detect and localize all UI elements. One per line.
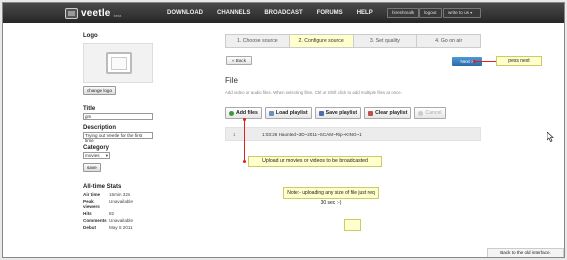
step-choose-source[interactable]: 1. Choose source (226, 35, 290, 47)
load-playlist-button[interactable]: Load playlist (264, 107, 312, 119)
stat-hits: Hits 82 (83, 211, 115, 216)
file-row-number: 1 (233, 132, 236, 137)
stat-peak-viewers: Peak viewers Unavailable (83, 199, 134, 209)
cancel-icon (418, 110, 424, 116)
stats-list: Air time 15min 32s Peak viewers Unavailabl… (83, 192, 163, 230)
add-icon (229, 110, 234, 116)
save-playlist-button[interactable]: Save playlist (314, 107, 362, 119)
stat-debut: Debut May 5 2011 (83, 225, 133, 230)
stats-heading: All-time Stats (83, 184, 122, 190)
write-to-us-menu[interactable]: write to us ▾ (443, 8, 482, 18)
description-input[interactable]: Trying out Veetle for the first time (83, 132, 153, 143)
logo-beta: beta (113, 12, 122, 18)
add-files-label: Add files (236, 110, 258, 116)
title-heading: Title (83, 106, 96, 112)
top-navbar: veetle beta DOWNLOAD CHANNELS BROADCAST … (3, 3, 564, 23)
category-heading: Category (83, 145, 110, 151)
veetle-logo[interactable]: veetle beta (65, 6, 121, 20)
step-configure-source[interactable]: 2. Configure source (289, 35, 354, 47)
nav-help[interactable]: HELP (350, 3, 380, 23)
load-playlist-icon (268, 110, 274, 116)
clear-playlist-label: Clear playlist (375, 110, 408, 116)
save-playlist-label: Save playlist (325, 110, 358, 116)
save-button[interactable]: save (83, 163, 101, 172)
cancel-button[interactable]: Cancel (414, 107, 446, 119)
back-button[interactable]: « Back (226, 56, 252, 65)
channel-logo-thumbnail (83, 43, 153, 83)
logo-text: veetle (81, 7, 111, 19)
logout-link[interactable]: logout (419, 8, 442, 18)
chevron-down-icon: ▾ (470, 10, 473, 15)
empty-note-box (344, 219, 361, 231)
category-select[interactable]: movies ▾ (83, 152, 110, 159)
channel-sidebar: Logo change logo Title gm Description Tr… (83, 33, 163, 230)
logo-heading: Logo (83, 33, 98, 39)
annotation-line (244, 120, 245, 162)
nav-channels[interactable]: CHANNELS (210, 3, 257, 23)
note-press-next: pess next (496, 56, 542, 66)
step-set-quality[interactable]: 3. Set quality (354, 35, 418, 47)
annotation-marker (243, 118, 246, 121)
old-interface-link[interactable]: Back to the old interface. (487, 248, 564, 257)
change-logo-button[interactable]: change logo (83, 86, 117, 95)
note-size: Note:- uploading any size of file just r… (283, 187, 379, 206)
load-playlist-label: Load playlist (275, 110, 308, 116)
annotation-line (476, 61, 496, 62)
mouse-cursor-icon (546, 131, 554, 144)
wizard-steps: 1. Choose source 2. Configure source 3. … (225, 34, 481, 48)
write-to-us-label: write to us (448, 10, 469, 15)
nav-download[interactable]: DOWNLOAD (160, 3, 210, 23)
file-section-title: File (225, 76, 238, 85)
nav-forums[interactable]: FORUMS (310, 3, 350, 23)
stat-comments: Comments Unavailable (83, 218, 134, 223)
file-section-hint: Add video or audio files. When selecting… (225, 90, 402, 95)
description-heading: Description (83, 125, 117, 131)
note-upload: Upload ur movies or videos to be broadca… (248, 156, 382, 167)
select-arrow-icon: ▾ (105, 153, 108, 158)
nav-broadcast[interactable]: BROADCAST (257, 3, 309, 23)
browser-frame: veetle beta DOWNLOAD CHANNELS BROADCAST … (2, 2, 565, 258)
tv-placeholder-icon (106, 52, 132, 74)
stat-air-time: Air time 15min 32s (83, 192, 131, 197)
file-toolbar: Add files Load playlist Save playlist Cl… (225, 107, 446, 119)
save-playlist-icon (318, 110, 324, 116)
clear-playlist-button[interactable]: Clear playlist (364, 107, 412, 119)
tv-logo-icon (65, 7, 78, 19)
clear-playlist-icon (368, 110, 374, 116)
cancel-label: Cancel (425, 110, 442, 116)
annotation-marker (243, 160, 246, 163)
step-go-on-air[interactable]: 4. Go on air (417, 35, 480, 47)
category-value: movies (85, 153, 100, 158)
title-input[interactable]: gm (83, 113, 153, 120)
username-link[interactable]: hireshmalk (387, 8, 420, 18)
file-list-row[interactable]: 1 1:03:26 Haunted~3D~2011~SCAM~Rip~KING~… (225, 127, 481, 141)
file-row-name: 1:03:26 Haunted~3D~2011~SCAM~Rip~KING~1 (262, 132, 362, 137)
